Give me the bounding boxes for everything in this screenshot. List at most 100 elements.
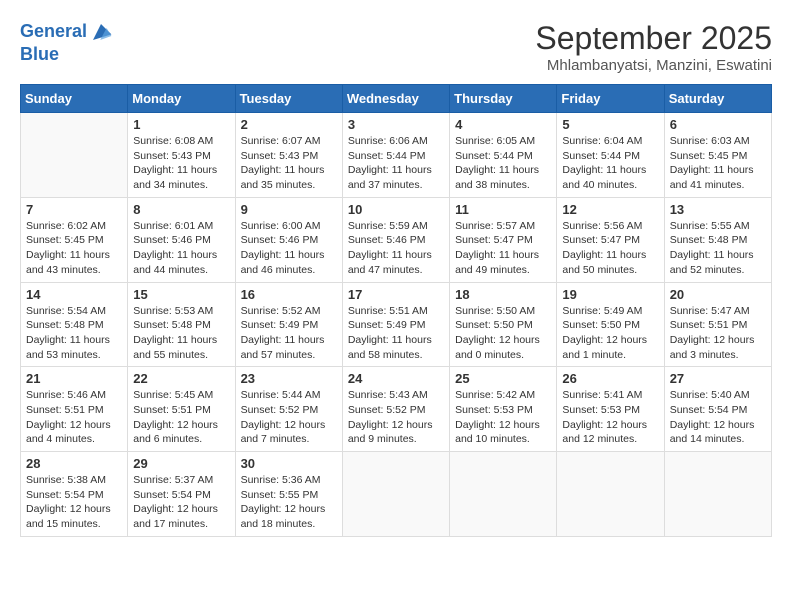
day-info: Sunrise: 5:42 AMSunset: 5:53 PMDaylight:… — [455, 388, 551, 447]
day-info: Sunrise: 5:37 AMSunset: 5:54 PMDaylight:… — [133, 473, 229, 532]
calendar-cell: 6 Sunrise: 6:03 AMSunset: 5:45 PMDaylight… — [664, 113, 771, 198]
day-info: Sunrise: 5:57 AMSunset: 5:47 PMDaylight:… — [455, 219, 551, 278]
logo-icon — [89, 20, 113, 44]
day-number: 11 — [455, 202, 551, 217]
weekday-header: Sunday — [21, 85, 128, 113]
day-number: 29 — [133, 456, 229, 471]
day-number: 27 — [670, 371, 766, 386]
day-number: 3 — [348, 117, 444, 132]
logo-text: General — [20, 21, 87, 43]
day-number: 6 — [670, 117, 766, 132]
calendar-cell — [664, 452, 771, 537]
day-number: 28 — [26, 456, 122, 471]
day-info: Sunrise: 6:03 AMSunset: 5:45 PMDaylight:… — [670, 134, 766, 193]
calendar-cell — [557, 452, 664, 537]
calendar-cell: 14 Sunrise: 5:54 AMSunset: 5:48 PMDayligh… — [21, 282, 128, 367]
calendar-cell: 1 Sunrise: 6:08 AMSunset: 5:43 PMDaylight… — [128, 113, 235, 198]
day-number: 12 — [562, 202, 658, 217]
weekday-header: Friday — [557, 85, 664, 113]
calendar-cell: 28 Sunrise: 5:38 AMSunset: 5:54 PMDayligh… — [21, 452, 128, 537]
day-info: Sunrise: 6:04 AMSunset: 5:44 PMDaylight:… — [562, 134, 658, 193]
calendar-cell: 10Sunrise: 5:59 AMSunset: 5:46 PMDayligh… — [342, 197, 449, 282]
day-number: 8 — [133, 202, 229, 217]
calendar-cell: 21 Sunrise: 5:46 AMSunset: 5:51 PMDayligh… — [21, 367, 128, 452]
day-info: Sunrise: 6:08 AMSunset: 5:43 PMDaylight:… — [133, 134, 229, 193]
title-block: September 2025 Mhlambanyatsi, Manzini, E… — [535, 20, 772, 74]
weekday-header: Saturday — [664, 85, 771, 113]
day-info: Sunrise: 6:01 AMSunset: 5:46 PMDaylight:… — [133, 219, 229, 278]
calendar-cell: 3 Sunrise: 6:06 AMSunset: 5:44 PMDaylight… — [342, 113, 449, 198]
weekday-header: Tuesday — [235, 85, 342, 113]
calendar-week-row: 1 Sunrise: 6:08 AMSunset: 5:43 PMDaylight… — [21, 113, 772, 198]
calendar-cell: 23 Sunrise: 5:44 AMSunset: 5:52 PMDayligh… — [235, 367, 342, 452]
day-number: 1 — [133, 117, 229, 132]
calendar-week-row: 14 Sunrise: 5:54 AMSunset: 5:48 PMDayligh… — [21, 282, 772, 367]
calendar-cell: 11 Sunrise: 5:57 AMSunset: 5:47 PMDayligh… — [450, 197, 557, 282]
logo: General Blue — [20, 20, 113, 66]
day-number: 4 — [455, 117, 551, 132]
day-info: Sunrise: 5:55 AMSunset: 5:48 PMDaylight:… — [670, 219, 766, 278]
day-number: 24 — [348, 371, 444, 386]
day-info: Sunrise: 5:41 AMSunset: 5:53 PMDaylight:… — [562, 388, 658, 447]
day-info: Sunrise: 5:50 AMSunset: 5:50 PMDaylight:… — [455, 304, 551, 363]
day-info: Sunrise: 5:56 AMSunset: 5:47 PMDaylight:… — [562, 219, 658, 278]
page-header: General Blue September 2025 Mhlambanyats… — [20, 20, 772, 74]
day-info: Sunrise: 5:46 AMSunset: 5:51 PMDaylight:… — [26, 388, 122, 447]
day-info: Sunrise: 5:51 AMSunset: 5:49 PMDaylight:… — [348, 304, 444, 363]
day-number: 21 — [26, 371, 122, 386]
weekday-header: Wednesday — [342, 85, 449, 113]
calendar-table: SundayMondayTuesdayWednesdayThursdayFrid… — [20, 84, 772, 537]
calendar-cell: 15 Sunrise: 5:53 AMSunset: 5:48 PMDayligh… — [128, 282, 235, 367]
day-info: Sunrise: 6:06 AMSunset: 5:44 PMDaylight:… — [348, 134, 444, 193]
calendar-cell: 26 Sunrise: 5:41 AMSunset: 5:53 PMDayligh… — [557, 367, 664, 452]
location-subtitle: Mhlambanyatsi, Manzini, Eswatini — [535, 57, 772, 74]
weekday-header: Thursday — [450, 85, 557, 113]
day-number: 15 — [133, 287, 229, 302]
weekday-header-row: SundayMondayTuesdayWednesdayThursdayFrid… — [21, 85, 772, 113]
calendar-week-row: 7 Sunrise: 6:02 AMSunset: 5:45 PMDaylight… — [21, 197, 772, 282]
calendar-cell: 5 Sunrise: 6:04 AMSunset: 5:44 PMDaylight… — [557, 113, 664, 198]
day-number: 23 — [241, 371, 337, 386]
day-number: 22 — [133, 371, 229, 386]
day-info: Sunrise: 5:44 AMSunset: 5:52 PMDaylight:… — [241, 388, 337, 447]
day-info: Sunrise: 6:02 AMSunset: 5:45 PMDaylight:… — [26, 219, 122, 278]
day-info: Sunrise: 5:36 AMSunset: 5:55 PMDaylight:… — [241, 473, 337, 532]
day-info: Sunrise: 6:00 AMSunset: 5:46 PMDaylight:… — [241, 219, 337, 278]
calendar-cell: 22 Sunrise: 5:45 AMSunset: 5:51 PMDayligh… — [128, 367, 235, 452]
day-number: 17 — [348, 287, 444, 302]
day-number: 10 — [348, 202, 444, 217]
day-number: 30 — [241, 456, 337, 471]
day-number: 26 — [562, 371, 658, 386]
day-number: 13 — [670, 202, 766, 217]
day-number: 16 — [241, 287, 337, 302]
day-info: Sunrise: 5:40 AMSunset: 5:54 PMDaylight:… — [670, 388, 766, 447]
calendar-cell: 16 Sunrise: 5:52 AMSunset: 5:49 PMDayligh… — [235, 282, 342, 367]
day-info: Sunrise: 6:05 AMSunset: 5:44 PMDaylight:… — [455, 134, 551, 193]
day-number: 5 — [562, 117, 658, 132]
day-number: 7 — [26, 202, 122, 217]
month-title: September 2025 — [535, 20, 772, 57]
day-info: Sunrise: 5:45 AMSunset: 5:51 PMDaylight:… — [133, 388, 229, 447]
day-number: 2 — [241, 117, 337, 132]
day-info: Sunrise: 5:43 AMSunset: 5:52 PMDaylight:… — [348, 388, 444, 447]
calendar-cell: 19Sunrise: 5:49 AMSunset: 5:50 PMDayligh… — [557, 282, 664, 367]
calendar-cell — [450, 452, 557, 537]
day-info: Sunrise: 5:53 AMSunset: 5:48 PMDaylight:… — [133, 304, 229, 363]
calendar-cell: 8 Sunrise: 6:01 AMSunset: 5:46 PMDaylight… — [128, 197, 235, 282]
day-info: Sunrise: 5:54 AMSunset: 5:48 PMDaylight:… — [26, 304, 122, 363]
calendar-cell: 30 Sunrise: 5:36 AMSunset: 5:55 PMDayligh… — [235, 452, 342, 537]
day-number: 14 — [26, 287, 122, 302]
day-info: Sunrise: 5:52 AMSunset: 5:49 PMDaylight:… — [241, 304, 337, 363]
day-number: 18 — [455, 287, 551, 302]
calendar-cell: 9Sunrise: 6:00 AMSunset: 5:46 PMDaylight… — [235, 197, 342, 282]
day-number: 25 — [455, 371, 551, 386]
calendar-cell: 27 Sunrise: 5:40 AMSunset: 5:54 PMDayligh… — [664, 367, 771, 452]
calendar-cell — [342, 452, 449, 537]
calendar-cell: 20Sunrise: 5:47 AMSunset: 5:51 PMDayligh… — [664, 282, 771, 367]
calendar-cell: 2 Sunrise: 6:07 AMSunset: 5:43 PMDaylight… — [235, 113, 342, 198]
day-info: Sunrise: 5:38 AMSunset: 5:54 PMDaylight:… — [26, 473, 122, 532]
calendar-cell — [21, 113, 128, 198]
calendar-cell: 25 Sunrise: 5:42 AMSunset: 5:53 PMDayligh… — [450, 367, 557, 452]
logo-text-blue: Blue — [20, 44, 113, 66]
day-info: Sunrise: 6:07 AMSunset: 5:43 PMDaylight:… — [241, 134, 337, 193]
